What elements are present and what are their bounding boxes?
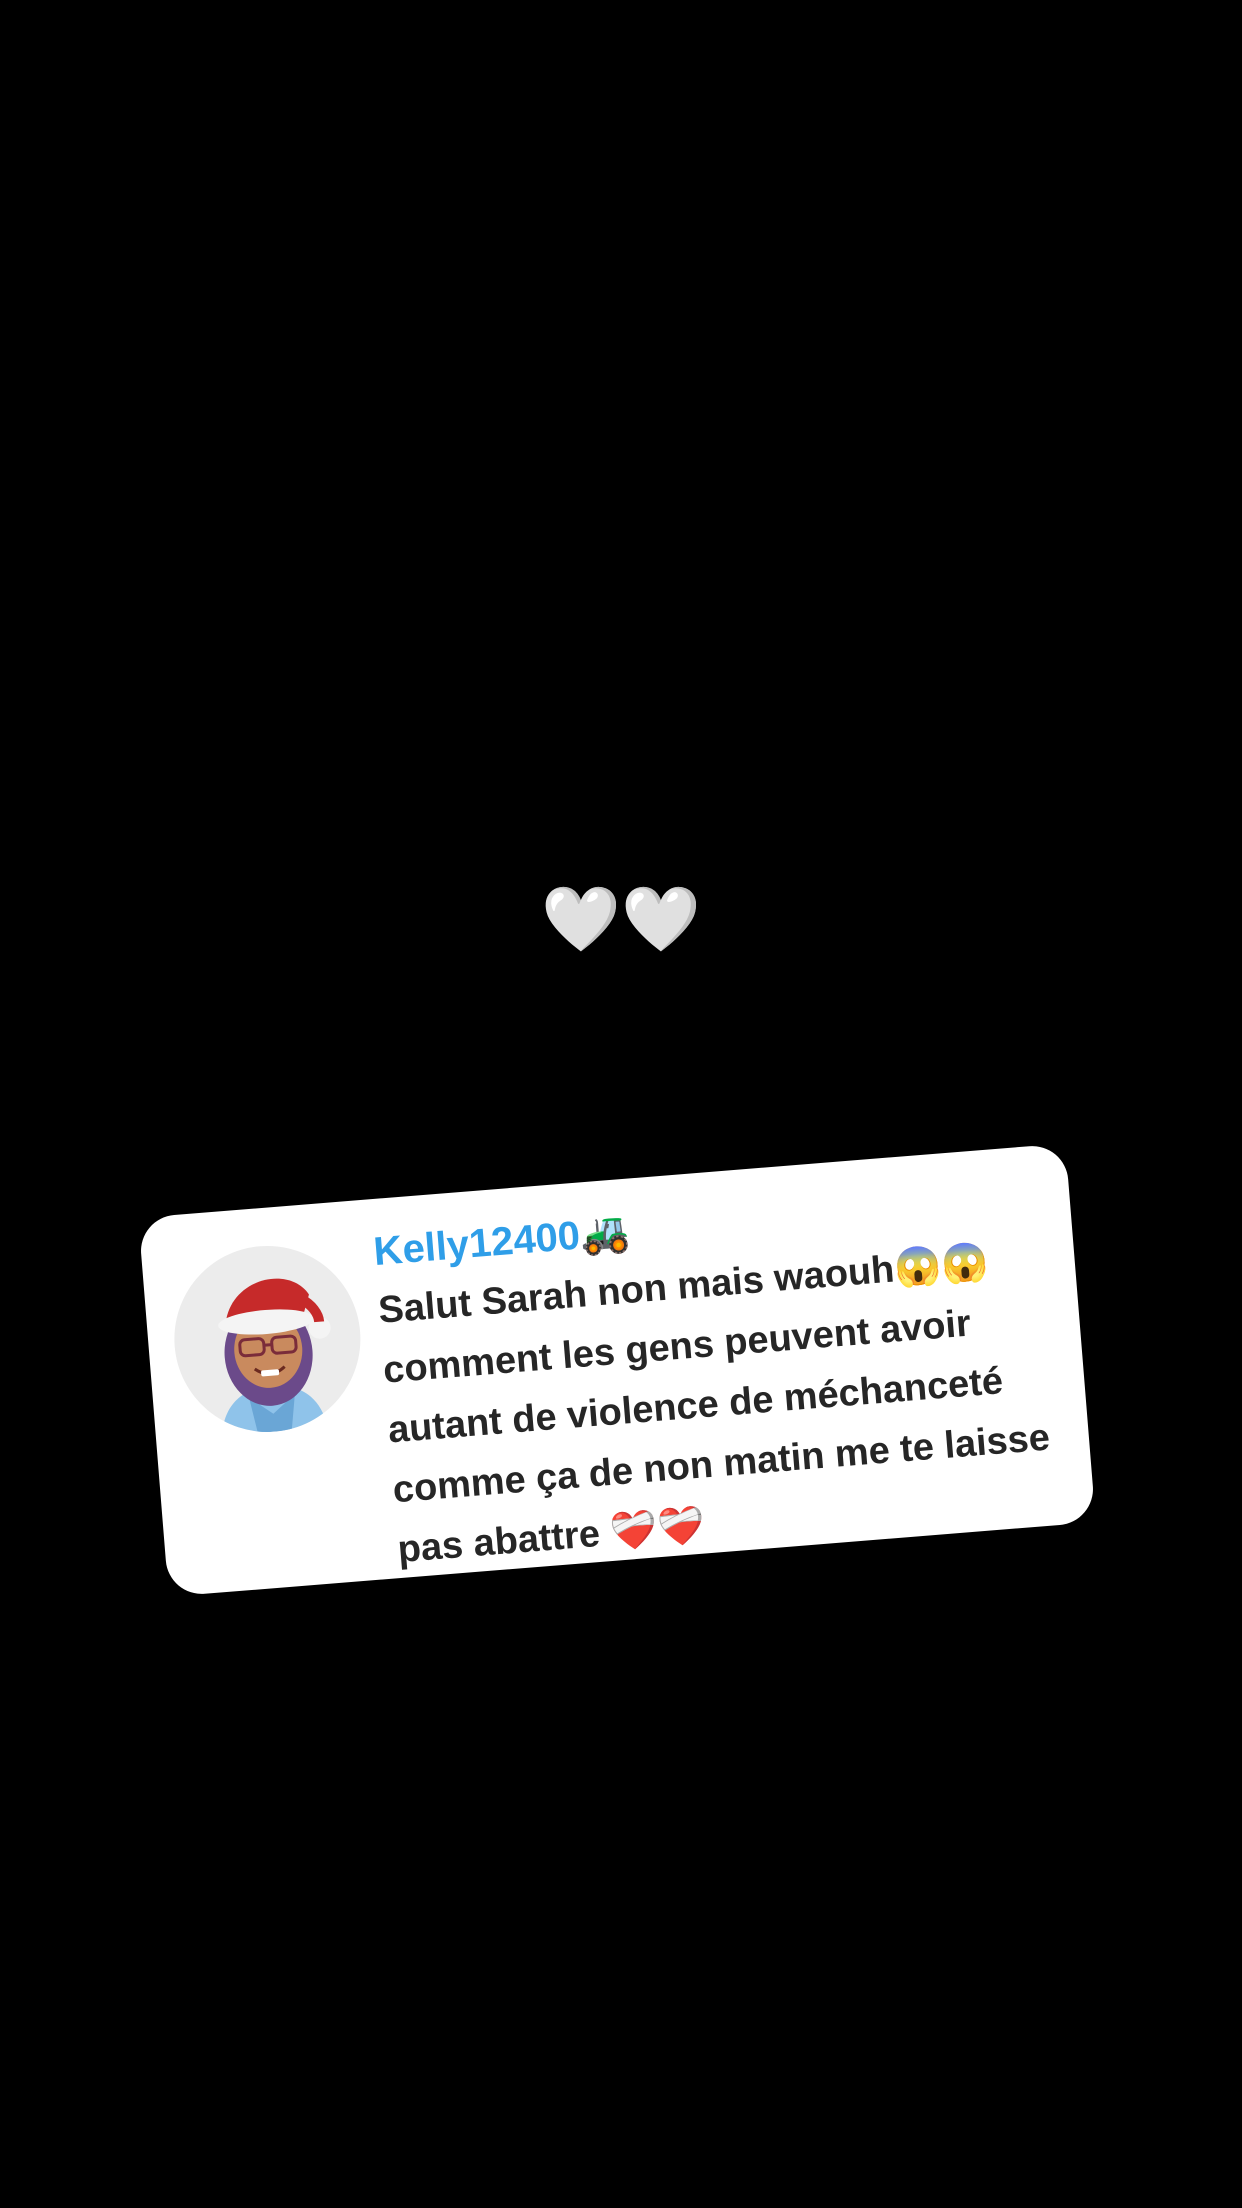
comment-text: Salut Sarah non mais waouh😱😱 comment les… [376, 1240, 1052, 1572]
story-caption: 🤍🤍 [541, 883, 701, 957]
user-avatar [167, 1238, 368, 1440]
comment-reply-sticker[interactable]: Kelly12400🚜 Salut Sarah non mais waouh😱😱… [138, 1143, 1096, 1597]
comment-content: Kelly12400🚜 Salut Sarah non mais waouh😱😱… [372, 1173, 1072, 1580]
memoji-santa-hat-icon [218, 1278, 331, 1436]
